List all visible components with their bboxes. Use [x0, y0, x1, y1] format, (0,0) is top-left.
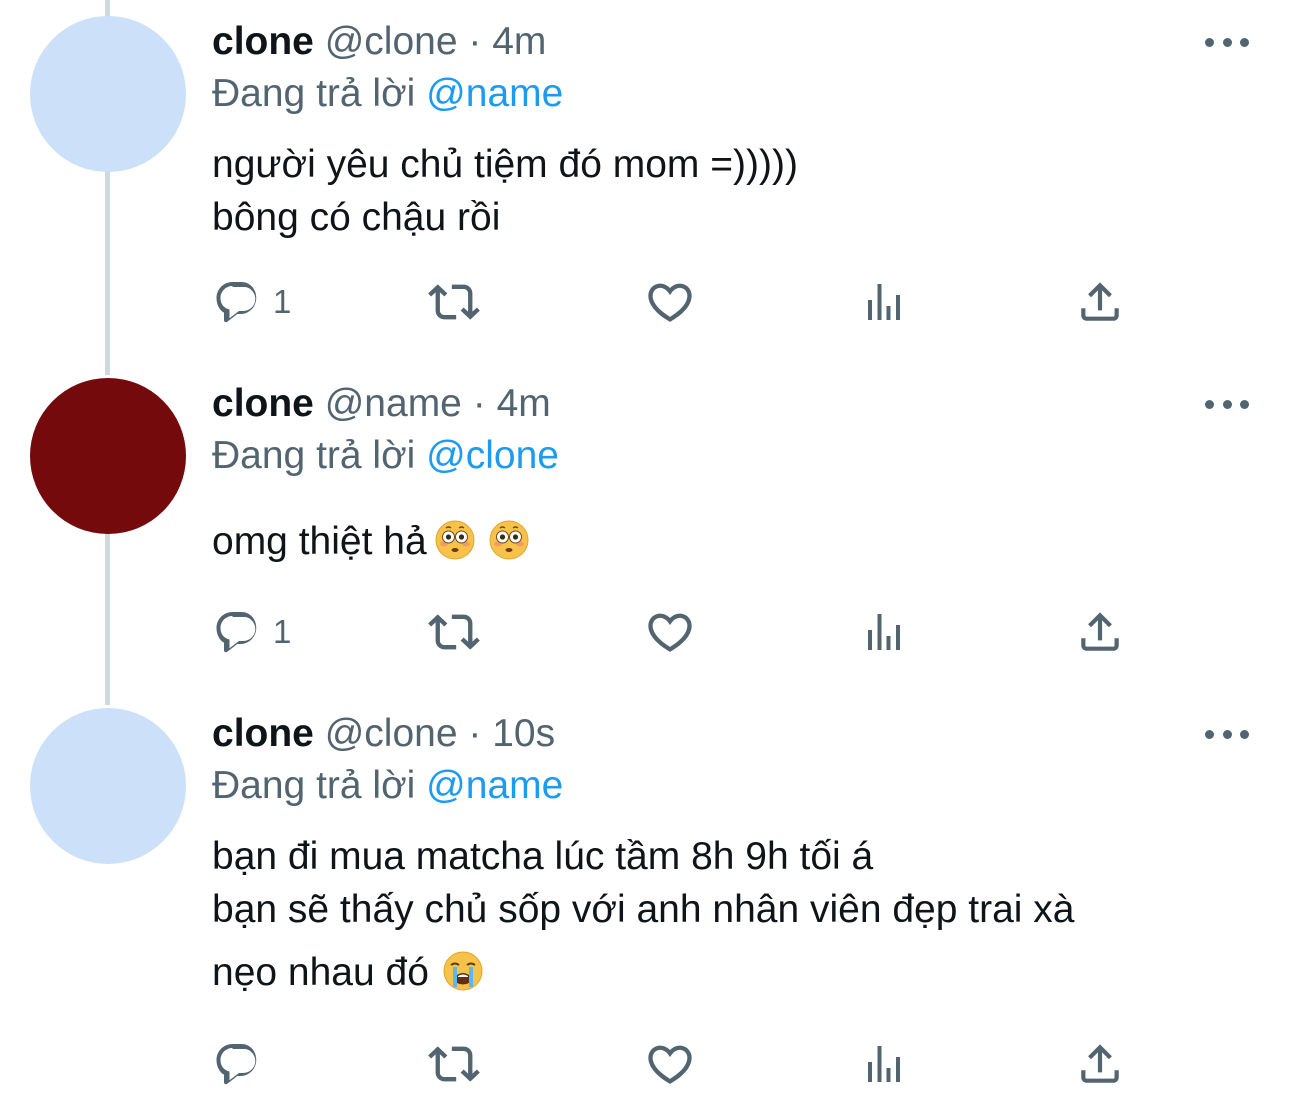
mention-link[interactable]: @name: [426, 72, 563, 115]
reply-count: 1: [273, 613, 292, 650]
retweet-button[interactable]: [428, 1034, 480, 1094]
flushed-face-emoji: [489, 520, 529, 560]
reply-count: 1: [273, 283, 292, 320]
mention-link[interactable]: @clone: [426, 434, 559, 477]
like-icon: [644, 606, 696, 658]
like-button[interactable]: [644, 272, 696, 332]
like-button[interactable]: [644, 602, 696, 662]
like-icon: [644, 1038, 696, 1090]
retweet-button[interactable]: [428, 272, 480, 332]
mention-link[interactable]: @name: [426, 764, 563, 807]
display-name[interactable]: clone: [212, 382, 314, 425]
tweet-text-line: bạn đi mua matcha lúc tầm 8h 9h tối á: [212, 835, 874, 878]
flushed-face-emoji: [435, 520, 475, 560]
analytics-icon: [860, 1040, 908, 1088]
user-handle[interactable]: @name: [325, 382, 462, 425]
tweet-text-line: bông có chậu rồi: [212, 196, 501, 239]
share-button[interactable]: [1075, 272, 1125, 332]
share-icon: [1075, 1039, 1125, 1089]
tweet-header: clone @name · 4m: [212, 378, 551, 430]
share-button[interactable]: [1075, 1034, 1125, 1094]
replying-to: Đang trả lời @clone: [212, 430, 559, 482]
user-handle[interactable]: @clone: [325, 712, 458, 755]
like-button[interactable]: [644, 1034, 696, 1094]
tweet-text-line: bạn sẽ thấy chủ sốp với anh nhân viên đẹ…: [212, 888, 1075, 931]
tweet-header: clone @clone · 10s: [212, 708, 555, 760]
analytics-button[interactable]: [860, 602, 908, 662]
reply-icon: [213, 608, 261, 656]
tweet-text: omg thiệt hả: [212, 516, 529, 568]
display-name[interactable]: clone: [212, 20, 314, 63]
tweet-text: bạn đi mua matcha lúc tầm 8h 9h tối á bạ…: [212, 830, 1074, 999]
tweet[interactable]: clone @clone · 4m Đang trả lời @name ngư…: [0, 16, 1290, 346]
tweet[interactable]: clone @clone · 10s Đang trả lời @name bạ…: [0, 708, 1290, 1103]
tweet[interactable]: clone @name · 4m Đang trả lời @clone omg…: [0, 378, 1290, 678]
share-icon: [1075, 277, 1125, 327]
replying-to: Đang trả lời @name: [212, 68, 563, 120]
share-icon: [1075, 607, 1125, 657]
action-bar: 1: [0, 602, 1290, 662]
replying-label: Đang trả lời: [212, 72, 416, 115]
more-icon[interactable]: [1205, 720, 1249, 748]
timestamp[interactable]: 4m: [492, 20, 546, 63]
like-icon: [644, 276, 696, 328]
timestamp[interactable]: 10s: [492, 712, 555, 755]
tweet-header: clone @clone · 4m: [212, 16, 546, 68]
share-button[interactable]: [1075, 602, 1125, 662]
analytics-button[interactable]: [860, 1034, 908, 1094]
separator-dot: ·: [468, 20, 482, 63]
separator-dot: ·: [472, 382, 486, 425]
tweet-text-line: người yêu chủ tiệm đó mom =))))): [212, 143, 798, 186]
tweet-text-line: omg thiệt hả: [212, 520, 427, 563]
avatar[interactable]: [30, 708, 186, 864]
action-bar: 1: [0, 272, 1290, 332]
timestamp[interactable]: 4m: [497, 382, 551, 425]
display-name[interactable]: clone: [212, 712, 314, 755]
more-icon[interactable]: [1205, 390, 1249, 418]
tweet-text-line: nẹo nhau đó: [212, 951, 429, 994]
tweet-text-line-with-emoji: nẹo nhau đó: [212, 946, 1074, 999]
retweet-icon: [428, 1038, 480, 1090]
tweet-text: người yêu chủ tiệm đó mom =))))) bông có…: [212, 138, 798, 244]
analytics-icon: [860, 608, 908, 656]
avatar[interactable]: [30, 16, 186, 172]
user-handle[interactable]: @clone: [325, 20, 458, 63]
replying-to: Đang trả lời @name: [212, 760, 563, 812]
reply-icon: [213, 1040, 261, 1088]
avatar[interactable]: [30, 378, 186, 534]
retweet-button[interactable]: [428, 602, 480, 662]
more-icon[interactable]: [1205, 28, 1249, 56]
reply-icon: [213, 278, 261, 326]
retweet-icon: [428, 606, 480, 658]
analytics-button[interactable]: [860, 272, 908, 332]
reply-button[interactable]: 1: [213, 602, 291, 662]
reply-button[interactable]: [213, 1034, 273, 1094]
loudly-crying-face-emoji: [443, 951, 483, 991]
action-bar: [0, 1034, 1290, 1094]
separator-dot: ·: [468, 712, 482, 755]
reply-button[interactable]: 1: [213, 272, 291, 332]
replying-label: Đang trả lời: [212, 434, 416, 477]
retweet-icon: [428, 276, 480, 328]
analytics-icon: [860, 278, 908, 326]
replying-label: Đang trả lời: [212, 764, 416, 807]
